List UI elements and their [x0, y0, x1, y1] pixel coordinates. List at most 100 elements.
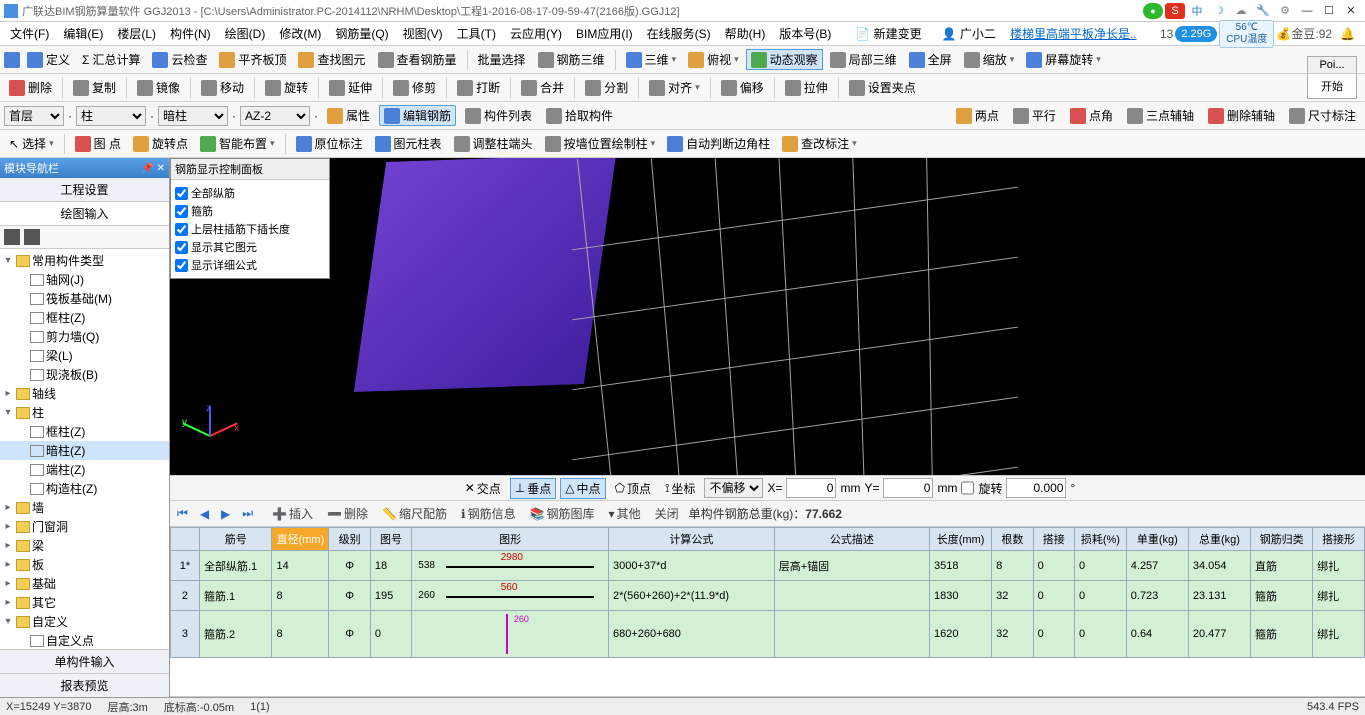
- tree-item[interactable]: 端柱(Z): [0, 460, 169, 479]
- col-header[interactable]: 计算公式: [609, 528, 775, 551]
- menu-edit[interactable]: 编辑(E): [57, 23, 109, 44]
- split-button[interactable]: 分割: [580, 77, 633, 98]
- table-row[interactable]: 2箍筋.18Φ1952605602*(560+260)+2*(11.9*d)18…: [171, 581, 1365, 611]
- component-list-button[interactable]: 构件列表: [460, 105, 537, 126]
- col-header[interactable]: 总重(kg): [1188, 528, 1250, 551]
- auto-corner-button[interactable]: 自动判断边角柱: [662, 133, 775, 154]
- local-3d-button[interactable]: 局部三维: [825, 49, 902, 70]
- cloud-check-button[interactable]: 云检查: [147, 49, 212, 70]
- rebar-table[interactable]: 筋号直径(mm)级别图号图形计算公式公式描述长度(mm)根数搭接损耗(%)单重(…: [170, 527, 1365, 658]
- menu-floor[interactable]: 楼层(L): [111, 23, 162, 44]
- tree-item[interactable]: 暗柱(Z): [0, 441, 169, 460]
- parallel-button[interactable]: 平行: [1008, 105, 1061, 126]
- col-header[interactable]: 搭接形: [1313, 528, 1365, 551]
- pick-component-button[interactable]: 拾取构件: [541, 105, 618, 126]
- rebar-info-button[interactable]: ℹ钢筋信息: [457, 503, 520, 524]
- merge-button[interactable]: 合并: [516, 77, 569, 98]
- cloud-icon[interactable]: ☁: [1231, 3, 1251, 19]
- other-button[interactable]: ▾其他: [605, 503, 645, 524]
- extend-button[interactable]: 延伸: [324, 77, 377, 98]
- table-row[interactable]: 3箍筋.28Φ0260680+260+680162032000.6420.477…: [171, 611, 1365, 658]
- align-slab-button[interactable]: 平齐板顶: [214, 49, 291, 70]
- dynamic-view-button[interactable]: 动态观察: [746, 49, 823, 70]
- align-button[interactable]: 对齐: [644, 77, 705, 98]
- break-button[interactable]: 打断: [452, 77, 505, 98]
- sum-button[interactable]: Σ 汇总计算: [77, 49, 145, 70]
- tree-item[interactable]: ▾柱: [0, 403, 169, 422]
- tree-item[interactable]: ▾自定义: [0, 612, 169, 631]
- right-float-panel[interactable]: Poi... 开始: [1307, 56, 1357, 99]
- rotate-screen-button[interactable]: 屏幕旋转: [1021, 49, 1106, 70]
- tree-item[interactable]: ▸门窗洞: [0, 517, 169, 536]
- delete-axis-button[interactable]: 删除辅轴: [1203, 105, 1280, 126]
- expand-icon[interactable]: [4, 229, 20, 245]
- find-element-button[interactable]: 查找图元: [293, 49, 370, 70]
- col-header[interactable]: 级别: [329, 528, 370, 551]
- tree-item[interactable]: ▸轴线: [0, 384, 169, 403]
- col-header[interactable]: 直径(mm): [272, 528, 329, 551]
- menu-online[interactable]: 在线服务(S): [641, 23, 717, 44]
- tree-item[interactable]: 框柱(Z): [0, 308, 169, 327]
- col-header[interactable]: 长度(mm): [930, 528, 992, 551]
- tree-item[interactable]: 现浇板(B): [0, 365, 169, 384]
- angle-input[interactable]: [1006, 478, 1066, 498]
- nav-next[interactable]: ▶: [218, 507, 233, 521]
- type-select[interactable]: 柱: [76, 106, 146, 126]
- tree-item[interactable]: 梁(L): [0, 346, 169, 365]
- tree-item[interactable]: ▸其它: [0, 593, 169, 612]
- insert-row-button[interactable]: ➕插入: [268, 503, 317, 524]
- mirror-button[interactable]: 镜像: [132, 77, 185, 98]
- menu-rebar[interactable]: 钢筋量(Q): [329, 23, 394, 44]
- y-input[interactable]: [883, 478, 933, 498]
- rebar-display-panel[interactable]: 钢筋显示控制面板 全部纵筋箍筋上层柱插筋下插长度显示其它图元显示详细公式: [170, 158, 330, 279]
- view-rebar-button[interactable]: 查看钢筋量: [373, 49, 462, 70]
- menu-bim[interactable]: BIM应用(I): [570, 23, 639, 44]
- offset-button[interactable]: 偏移: [716, 77, 769, 98]
- pin-icon[interactable]: 📌 ✕: [141, 163, 165, 174]
- tree-item[interactable]: ▸板: [0, 555, 169, 574]
- tree-item[interactable]: ▸梁: [0, 536, 169, 555]
- copy-button[interactable]: 复制: [68, 77, 121, 98]
- col-header[interactable]: 损耗(%): [1075, 528, 1127, 551]
- stretch-button[interactable]: 拉伸: [780, 77, 833, 98]
- tab-draw-input[interactable]: 绘图输入: [0, 202, 169, 226]
- nav-first[interactable]: ⏮: [174, 506, 191, 521]
- delete-row-button[interactable]: ➖删除: [323, 503, 372, 524]
- rebar-lib-button[interactable]: 📚钢筋图库: [526, 503, 599, 524]
- grip-button[interactable]: 设置夹点: [844, 77, 921, 98]
- menu-view[interactable]: 视图(V): [397, 23, 449, 44]
- collapse-icon[interactable]: [24, 229, 40, 245]
- nav-last[interactable]: ⏭: [239, 506, 256, 521]
- col-header[interactable]: 单重(kg): [1126, 528, 1188, 551]
- zoom-button[interactable]: 缩放: [959, 49, 1020, 70]
- two-point-button[interactable]: 两点: [951, 105, 1004, 126]
- display-option[interactable]: 箍筋: [175, 202, 325, 220]
- display-option[interactable]: 显示其它图元: [175, 238, 325, 256]
- offset-select[interactable]: 不偏移: [704, 478, 763, 498]
- menu-cloud[interactable]: 云应用(Y): [504, 23, 568, 44]
- fullscreen-button[interactable]: 全屏: [904, 49, 957, 70]
- dimension-button[interactable]: 尺寸标注: [1284, 105, 1361, 126]
- snap-perp[interactable]: ⊥ 垂点: [510, 478, 556, 499]
- col-header[interactable]: 图形: [412, 528, 609, 551]
- rebar-3d-button[interactable]: 钢筋三维: [533, 49, 610, 70]
- tree-item[interactable]: 轴网(J): [0, 270, 169, 289]
- close-icon[interactable]: ✕: [1341, 3, 1361, 19]
- bell-icon[interactable]: 🔔: [1334, 27, 1361, 41]
- snap-coord[interactable]: ⟟ 坐标: [660, 478, 700, 499]
- tree-item[interactable]: 筏板基础(M): [0, 289, 169, 308]
- move-button[interactable]: 移动: [196, 77, 249, 98]
- scale-rebar-button[interactable]: 📏缩尺配筋: [378, 503, 451, 524]
- tip-link[interactable]: 楼梯里高端平板净长是..: [1010, 25, 1137, 42]
- tab-single-input[interactable]: 单构件输入: [0, 649, 169, 673]
- subtype-select[interactable]: 暗柱: [158, 106, 228, 126]
- inplace-label-button[interactable]: 原位标注: [291, 133, 368, 154]
- new-change-button[interactable]: 📄 新建变更: [849, 23, 927, 44]
- tree-item[interactable]: 自定义点: [0, 631, 169, 649]
- rotate-point-button[interactable]: 旋转点: [128, 133, 193, 154]
- adjust-column-button[interactable]: 调整柱端头: [449, 133, 538, 154]
- rotate-button[interactable]: 旋转: [260, 77, 313, 98]
- gear-icon[interactable]: ⚙: [1275, 3, 1295, 19]
- viewport-3d[interactable]: 钢筋显示控制面板 全部纵筋箍筋上层柱插筋下插长度显示其它图元显示详细公式 x y…: [170, 158, 1365, 475]
- col-header[interactable]: 搭接: [1033, 528, 1074, 551]
